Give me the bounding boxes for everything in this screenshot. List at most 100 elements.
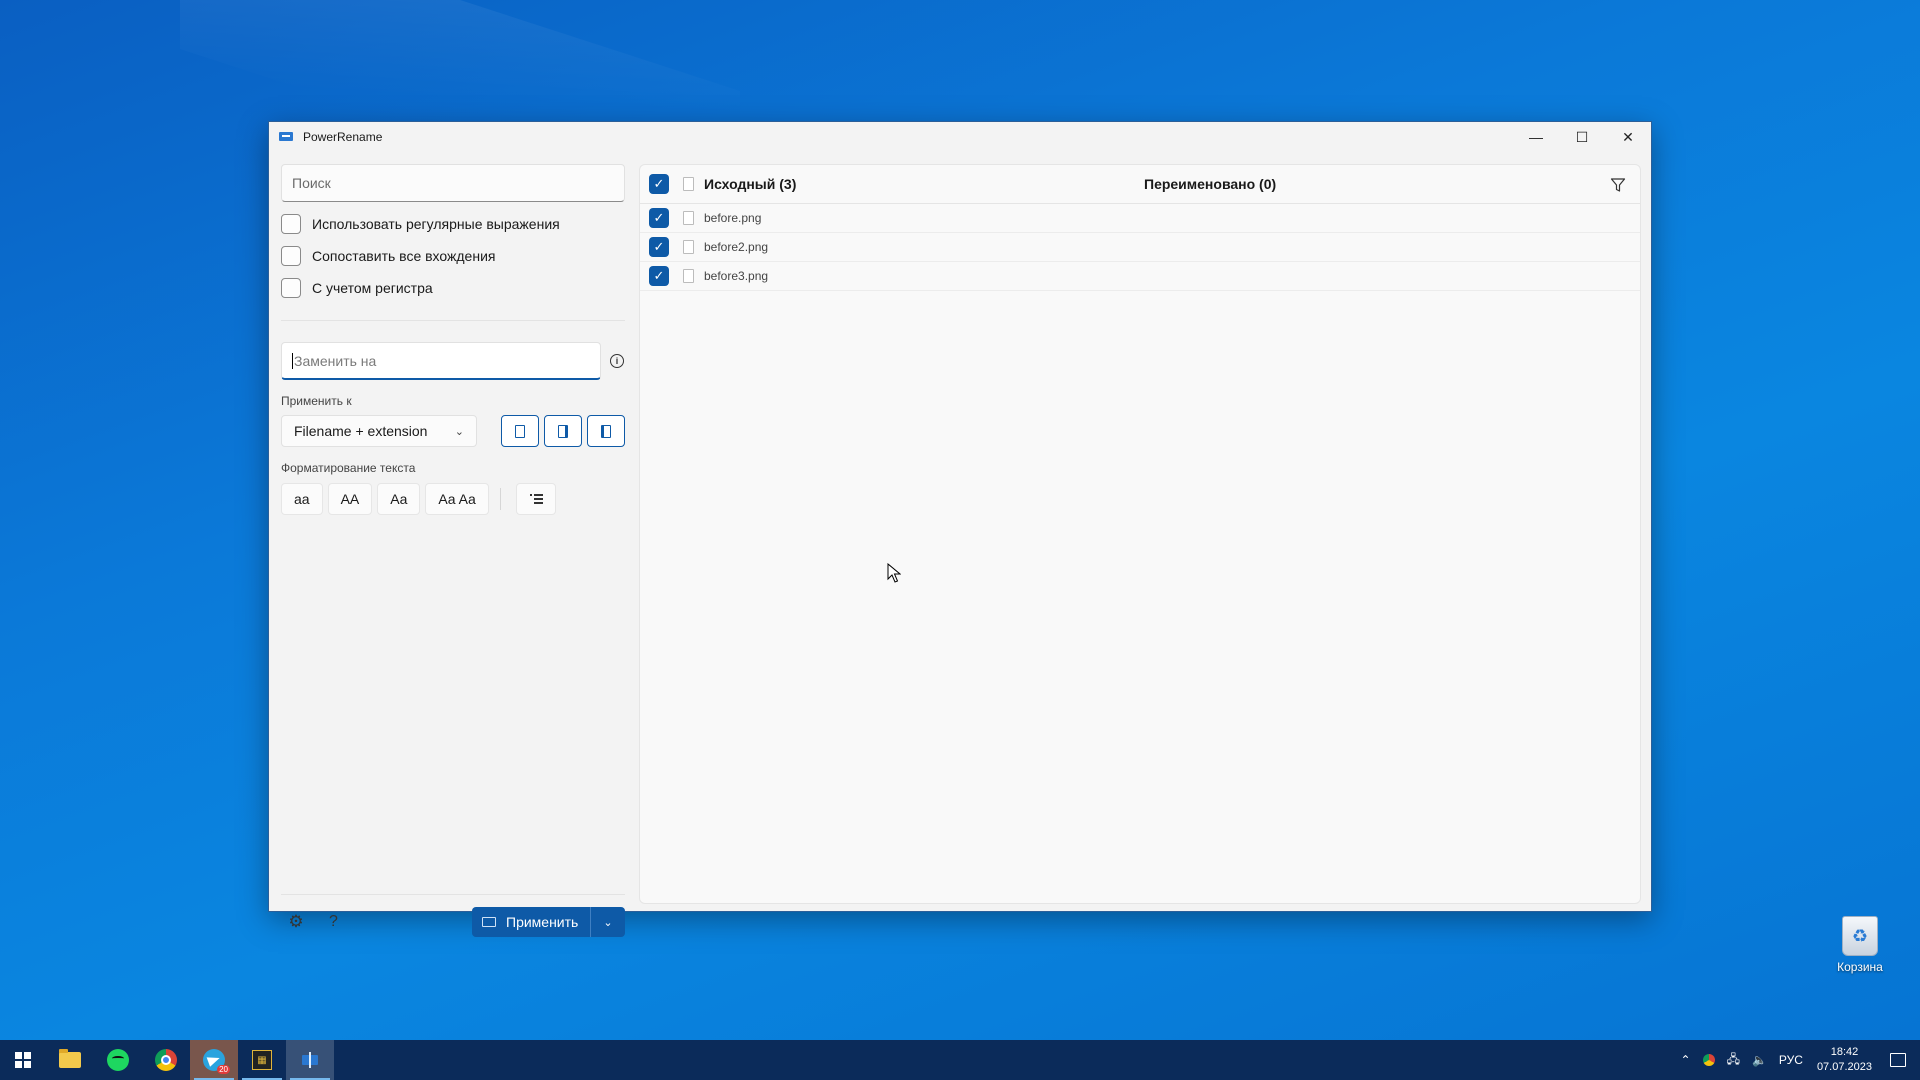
window-title: PowerRename: [303, 130, 383, 144]
taskbar: 20 ▦ ⌃ 🖧 🔈 РУС 18:42 07.07.2023: [0, 1040, 1920, 1080]
system-tray: ⌃ 🖧 🔈 РУС 18:42 07.07.2023: [1675, 1040, 1920, 1080]
include-folders-toggle[interactable]: [544, 415, 582, 447]
uppercase-button[interactable]: AA: [327, 483, 373, 515]
clock[interactable]: 18:42 07.07.2023: [1817, 1045, 1872, 1075]
clock-time: 18:42: [1830, 1046, 1859, 1058]
regex-checkbox[interactable]: [281, 214, 301, 234]
original-column-header[interactable]: Исходный (3): [704, 176, 796, 192]
mouse-cursor-icon: [887, 563, 901, 583]
recycle-bin-shortcut[interactable]: Корзина: [1820, 916, 1900, 974]
close-button[interactable]: ✕: [1605, 122, 1651, 152]
options-panel: Поиск Использовать регулярные выражения …: [281, 164, 625, 937]
replace-row: Заменить на i: [281, 342, 625, 380]
match-all-checkbox[interactable]: [281, 246, 301, 266]
replace-placeholder: Заменить на: [294, 352, 377, 369]
language-indicator[interactable]: РУС: [1779, 1053, 1803, 1067]
option-regex[interactable]: Использовать регулярные выражения: [281, 208, 625, 240]
select-all-checkbox[interactable]: ✓: [649, 174, 669, 194]
titlecase-button[interactable]: Aa: [377, 483, 421, 515]
rename-icon: [482, 917, 496, 927]
match-all-label: Сопоставить все вхождения: [312, 248, 496, 264]
file-row[interactable]: ✓ before.png: [640, 204, 1640, 233]
text-formatting-label: Форматирование текста: [281, 461, 416, 475]
apply-split-button: Применить ⌄: [472, 907, 625, 937]
notification-center-icon[interactable]: [1890, 1053, 1906, 1067]
telegram-unread-badge: 20: [217, 1065, 230, 1074]
recycle-bin-label: Корзина: [1837, 960, 1883, 974]
clock-date: 07.07.2023: [1816, 1061, 1872, 1073]
file-row[interactable]: ✓ before2.png: [640, 233, 1640, 262]
enumerate-button[interactable]: [515, 483, 556, 515]
minimize-button[interactable]: —: [1513, 122, 1559, 152]
file-checkbox[interactable]: ✓: [649, 266, 669, 286]
taskbar-terminal[interactable]: ▦: [238, 1040, 286, 1080]
spotify-icon: [107, 1049, 129, 1071]
powerrename-icon: [300, 1052, 320, 1068]
include-subfolders-toggle[interactable]: [587, 415, 625, 447]
case-sensitive-label: С учетом регистра: [312, 280, 433, 296]
folder-icon: [558, 424, 568, 438]
file-checkbox[interactable]: ✓: [649, 208, 669, 228]
file-list-header: ✓ Исходный (3) Переименовано (0): [640, 165, 1640, 204]
recycle-bin-icon: [1842, 916, 1878, 956]
renamed-column-header[interactable]: Переименовано (0): [1144, 176, 1276, 192]
chevron-down-icon: ⌄: [454, 425, 464, 438]
taskbar-spotify[interactable]: [94, 1040, 142, 1080]
file-icon: [683, 240, 694, 254]
option-case-sensitive[interactable]: С учетом регистра: [281, 272, 625, 304]
powerrename-window: PowerRename — ☐ ✕ Поиск Использовать рег…: [268, 121, 1652, 937]
terminal-icon: ▦: [252, 1050, 272, 1070]
file-checkbox[interactable]: ✓: [649, 237, 669, 257]
file-row[interactable]: ✓ before3.png: [640, 262, 1640, 291]
title-bar[interactable]: PowerRename — ☐ ✕: [269, 122, 1651, 152]
case-sensitive-checkbox[interactable]: [281, 278, 301, 298]
gear-icon[interactable]: ⚙: [287, 913, 305, 931]
include-files-toggle[interactable]: [501, 415, 539, 447]
enumerate-icon: [529, 493, 543, 505]
help-icon[interactable]: ?: [329, 913, 338, 931]
chrome-icon: [155, 1049, 177, 1071]
replace-input[interactable]: Заменить на: [281, 342, 601, 380]
window-controls: — ☐ ✕: [1513, 122, 1651, 152]
file-icon: [515, 424, 525, 438]
file-icon: [683, 269, 694, 283]
search-input[interactable]: Поиск: [281, 164, 625, 202]
capitalize-words-button[interactable]: Aa Aa: [425, 483, 489, 515]
file-name: before3.png: [704, 269, 769, 283]
info-icon[interactable]: i: [610, 354, 624, 368]
subfolder-icon: [601, 424, 611, 438]
chrome-tray-icon[interactable]: [1702, 1054, 1715, 1066]
file-name: before.png: [704, 211, 762, 225]
taskbar-telegram[interactable]: 20: [190, 1040, 238, 1080]
regex-label: Использовать регулярные выражения: [312, 216, 560, 232]
apply-to-dropdown[interactable]: Filename + extension ⌄: [281, 415, 477, 447]
lowercase-button[interactable]: aa: [281, 483, 323, 515]
start-button[interactable]: [0, 1040, 46, 1080]
maximize-button[interactable]: ☐: [1559, 122, 1605, 152]
section-divider: [281, 320, 625, 321]
apply-options-chevron-icon[interactable]: ⌄: [591, 907, 625, 937]
apply-to-row: Filename + extension ⌄: [281, 415, 625, 447]
header-file-icon: [683, 177, 694, 191]
option-match-all[interactable]: Сопоставить все вхождения: [281, 240, 625, 272]
format-separator: [499, 488, 501, 510]
filter-icon[interactable]: [1610, 177, 1626, 193]
taskbar-file-explorer[interactable]: [46, 1040, 94, 1080]
network-icon[interactable]: 🖧: [1727, 1050, 1740, 1071]
chevron-up-icon[interactable]: ⌃: [1681, 1053, 1691, 1067]
file-list-panel: ✓ Исходный (3) Переименовано (0) ✓ befor…: [639, 164, 1641, 904]
footer-divider: [281, 894, 625, 895]
volume-icon[interactable]: 🔈: [1752, 1053, 1767, 1067]
apply-to-value: Filename + extension: [294, 423, 428, 439]
search-placeholder: Поиск: [292, 175, 331, 191]
search-options: Использовать регулярные выражения Сопост…: [281, 208, 625, 304]
windows-logo-icon: [15, 1052, 31, 1068]
taskbar-powerrename[interactable]: [286, 1040, 334, 1080]
include-toggle-group: [501, 415, 625, 447]
powerrename-app-icon: [279, 130, 295, 144]
taskbar-chrome[interactable]: [142, 1040, 190, 1080]
apply-button[interactable]: Применить: [472, 907, 591, 937]
apply-to-label: Применить к: [281, 394, 352, 408]
text-caret: [292, 352, 293, 369]
text-formatting-row: aa AA Aa Aa Aa: [281, 483, 625, 515]
